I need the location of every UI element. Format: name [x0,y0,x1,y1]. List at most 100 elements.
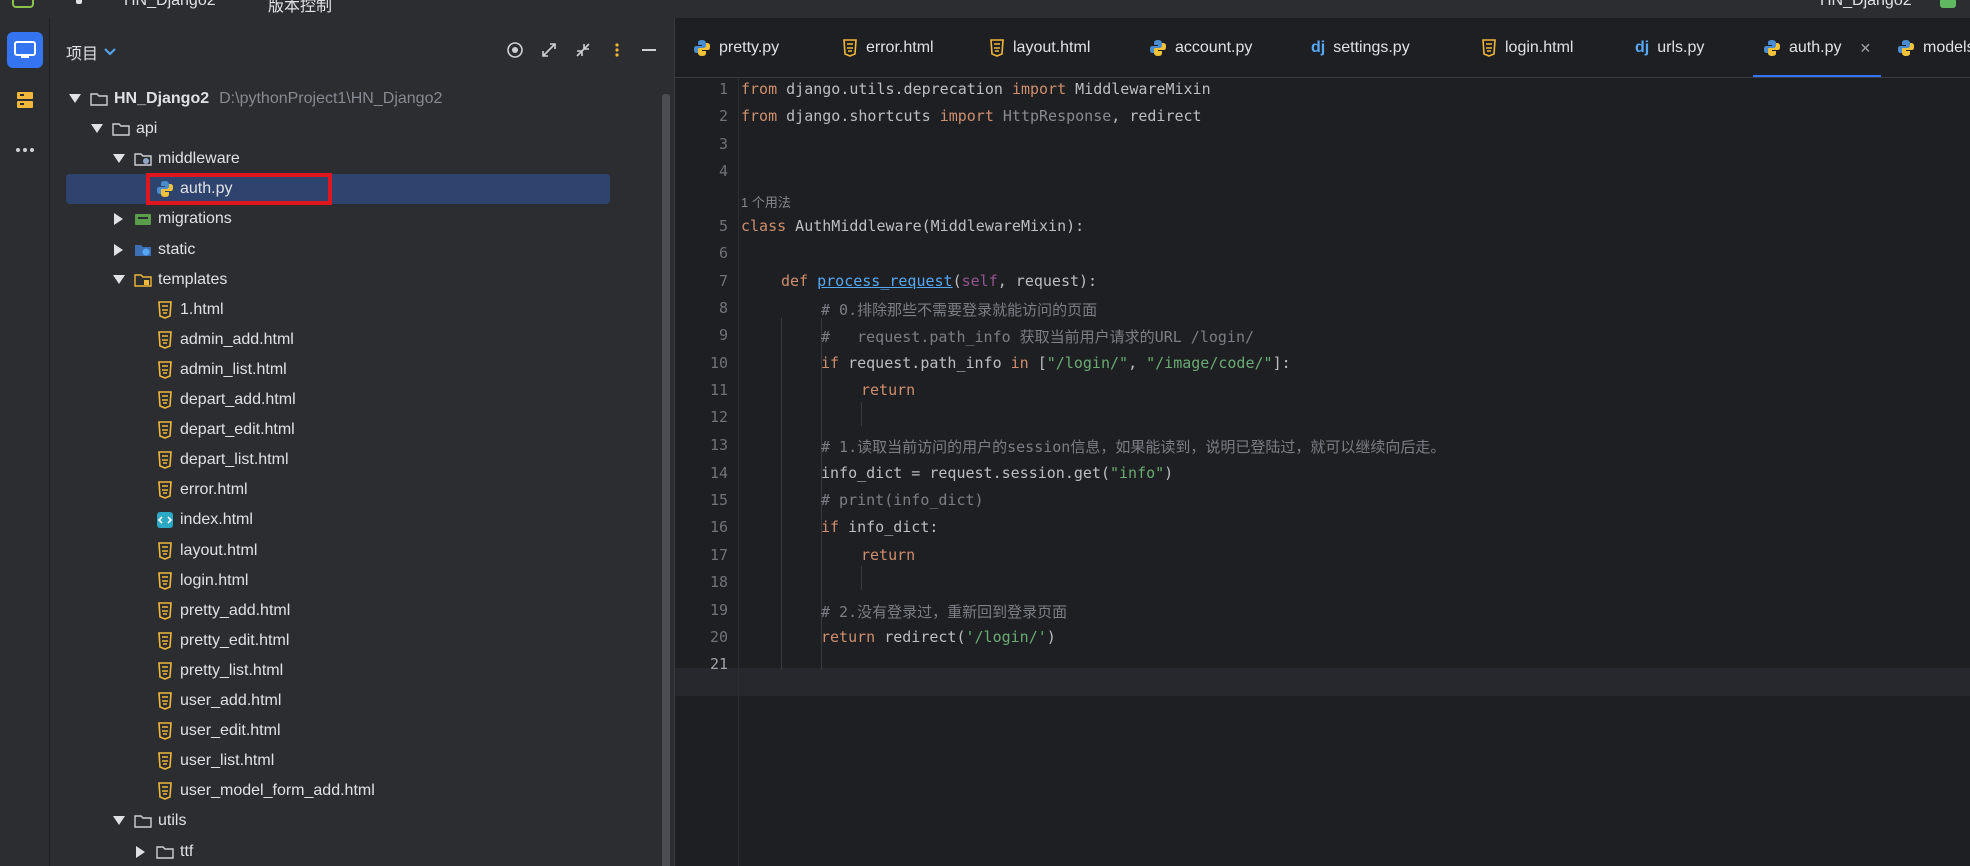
tree-item-index-html[interactable]: index.html [50,505,660,535]
tree-item-login-html[interactable]: login.html [50,566,660,596]
expand-arrow-down-icon[interactable] [112,814,126,828]
structure-tool-button[interactable] [7,82,43,118]
expand-arrow-down-icon[interactable] [90,122,104,136]
line-number: 6 [718,244,728,262]
tree-item-user-list-html[interactable]: user_list.html [50,746,660,776]
editor-tab-urls-py[interactable]: dj urls.py [1635,18,1704,77]
tab-label: error.html [866,39,934,56]
arrow-spacer [134,634,148,648]
tree-item-depart-add-html[interactable]: depart_add.html [50,385,660,415]
tree-item-depart-edit-html[interactable]: depart_edit.html [50,415,660,445]
tree-item-layout-html[interactable]: layout.html [50,536,660,566]
tree-item-utils[interactable]: utils [50,806,660,836]
html-file-icon [156,752,174,771]
html-file-icon [156,300,174,319]
tab-label: account.py [1175,39,1253,56]
expand-arrow-right-icon[interactable] [134,845,148,859]
html-file-icon [156,631,174,650]
code-line-7[interactable]: def process_request(self, request): [781,272,1097,290]
python-file-icon [1897,39,1915,57]
code-line-19[interactable]: # 2.没有登录过，重新回到登录页面 [821,601,1067,622]
expand-arrow-down-icon[interactable] [112,273,126,287]
code-line-9[interactable]: # request.path_info 获取当前用户请求的URL /login/ [821,326,1254,347]
code-line-16[interactable]: if info_dict: [821,518,938,536]
editor-tab-settings-py[interactable]: dj settings.py [1311,18,1410,77]
tree-item-admin-add-html[interactable]: admin_add.html [50,325,660,355]
vcs-menu[interactable]: 版本控制 [268,0,332,16]
tree-item-middleware[interactable]: middleware [50,144,660,174]
run-icon[interactable] [1940,0,1956,8]
main-menu-icon[interactable] [76,0,82,4]
locate-file-icon[interactable] [504,39,526,61]
more-tools-button[interactable] [7,132,43,168]
tree-item-user-edit-html[interactable]: user_edit.html [50,716,660,746]
project-view-selector[interactable]: 项目 [66,40,116,64]
html-file-icon [1481,39,1497,57]
tree-item-ttf[interactable]: ttf [50,837,660,866]
app-logo-icon [12,0,34,8]
line-number: 12 [709,408,728,426]
tree-item-hn-django2[interactable]: HN_Django2 D:\pythonProject1\HN_Django2 [50,84,660,114]
arrow-spacer [134,423,148,437]
tree-item-templates[interactable]: templates [50,265,660,295]
line-number: 14 [709,464,728,482]
expand-arrow-down-icon[interactable] [112,152,126,166]
editor-tab-models[interactable]: models [1897,18,1970,77]
code-line-20[interactable]: return redirect('/login/') [821,628,1056,646]
project-scrollbar[interactable] [662,94,670,866]
tree-item-label: HN_Django2 [114,90,210,107]
project-switcher[interactable]: HN_Django2 [124,0,216,10]
tree-item-pretty-list-html[interactable]: pretty_list.html [50,656,660,686]
run-config-selector[interactable]: HN_Django2 [1820,0,1912,10]
close-tab-icon[interactable]: ✕ [1859,40,1871,57]
tree-item-static[interactable]: static [50,235,660,265]
django-icon: dj [1635,39,1650,56]
editor-tab-layout-html[interactable]: layout.html [989,18,1090,77]
tree-item-depart-list-html[interactable]: depart_list.html [50,445,660,475]
editor-tab-auth-py[interactable]: auth.py ✕ [1752,18,1882,77]
tree-item-1-html[interactable]: 1.html [50,295,660,325]
code-line-5[interactable]: class AuthMiddleware(MiddlewareMixin): [741,217,1084,235]
project-tool-button[interactable] [7,32,43,68]
collapse-all-icon[interactable] [572,39,594,61]
code-line-14[interactable]: info_dict = request.session.get("info") [821,464,1173,482]
editor-tab-pretty-py[interactable]: pretty.py [693,18,779,77]
code-line-15[interactable]: # print(info_dict) [821,491,984,509]
code-line-17[interactable]: return [861,546,915,564]
code-line-1[interactable]: from django.utils.deprecation import Mid… [741,80,1211,98]
hide-panel-icon[interactable] [638,39,660,61]
expand-arrow-right-icon[interactable] [112,243,126,257]
line-number-gutter[interactable]: 1 2 3 4 5 6 7 8 9 10 11 12 13 14 15 16 17 18 19 20 21 [675,78,739,866]
usage-inlay-hint[interactable]: 1 个用法 [741,192,791,211]
editor-tab-error-html[interactable]: error.html [842,18,934,77]
code-line-13[interactable]: # 1.读取当前访问的用户的session信息，如果能读到，说明已登陆过，就可以… [821,436,1445,457]
code-line-2[interactable]: from django.shortcuts import HttpRespons… [741,107,1202,125]
tree-item-migrations[interactable]: migrations [50,204,660,234]
code-line-8[interactable]: # 0.排除那些不需要登录就能访问的页面 [821,299,1097,320]
code-line-11[interactable]: return [861,381,915,399]
expand-arrow-right-icon[interactable] [112,212,126,226]
tree-item-error-html[interactable]: error.html [50,475,660,505]
tree-item-pretty-edit-html[interactable]: pretty_edit.html [50,626,660,656]
tree-item-pretty-add-html[interactable]: pretty_add.html [50,596,660,626]
tree-item-user-model-form-add-html[interactable]: user_model_form_add.html [50,776,660,806]
code-line-10[interactable]: if request.path_info in ["/login/", "/im… [821,354,1291,372]
django-icon: dj [1311,39,1326,56]
line-number: 9 [718,326,728,344]
editor-tab-login-html[interactable]: login.html [1481,18,1573,77]
html-file-icon [156,662,174,680]
arrow-spacer [134,754,148,768]
expand-arrow-down-icon[interactable] [68,92,82,106]
expand-all-icon[interactable] [538,39,560,61]
arrow-spacer [134,333,148,347]
html-file-icon [156,391,174,409]
tool-window-strip [0,18,50,866]
options-menu-icon[interactable] [606,39,628,61]
tree-item-label: admin_add.html [180,330,294,348]
tree-item-user-add-html[interactable]: user_add.html [50,686,660,716]
tree-item-label: depart_list.html [180,451,289,469]
editor-tab-account-py[interactable]: account.py [1149,18,1253,77]
templates-folder-icon [134,271,152,289]
tree-item-admin-list-html[interactable]: admin_list.html [50,355,660,385]
tree-item-api[interactable]: api [50,114,660,144]
